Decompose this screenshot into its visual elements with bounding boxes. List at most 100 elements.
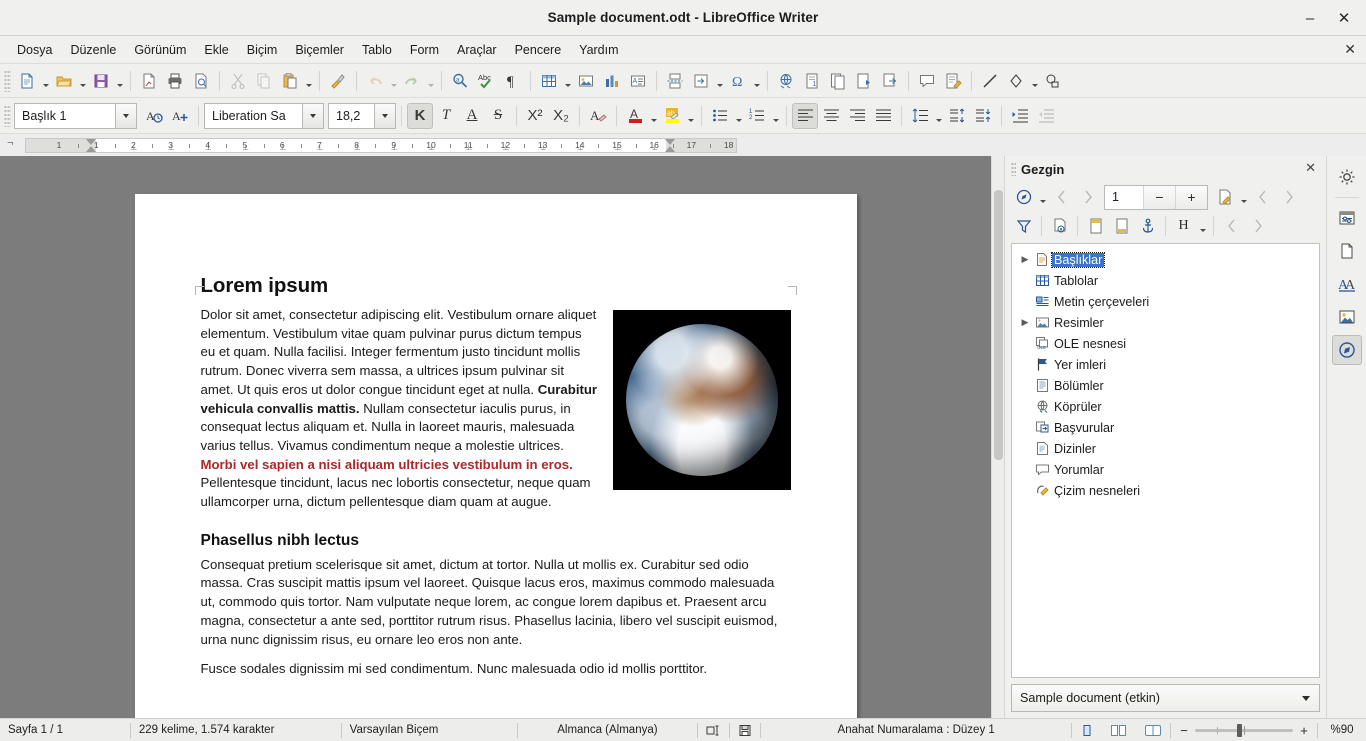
navigation-dropdown[interactable] [1037,184,1048,210]
header-icon[interactable] [1083,214,1108,239]
vertical-scrollbar-thumb[interactable] [994,190,1003,460]
spelling-icon[interactable]: Abc [473,68,499,94]
gallery-icon[interactable] [1332,302,1362,332]
tree-item-ole-object[interactable]: OLE OLE nesnesi [1012,333,1319,354]
insert-endnote-icon[interactable] [825,68,851,94]
navigator-content-tree[interactable]: ▶ Başlıklar Tablolar [1011,243,1320,678]
page-number-value[interactable]: 1 [1105,186,1143,209]
promote-chapter-icon[interactable] [1250,185,1275,210]
insert-field-dropdown[interactable] [714,68,725,94]
anchor-to-text-icon[interactable] [1135,214,1160,239]
decrease-paragraph-spacing-icon[interactable] [970,103,996,129]
menu-duzenle[interactable]: Düzenle [61,39,125,61]
paragraph-style-combo[interactable]: Başlık 1 [14,103,137,129]
font-size-dropdown[interactable] [374,103,396,129]
redo-dropdown[interactable] [425,68,436,94]
insert-table-icon[interactable] [536,68,562,94]
align-left-icon[interactable] [792,103,818,129]
ruler-tab-stop[interactable]: ⊥ [614,143,621,152]
basic-shapes-icon[interactable] [1003,68,1029,94]
ruler-tab-stop[interactable]: ⊥ [465,143,472,152]
tree-item-drawing-objects[interactable]: Çizim nesneleri [1012,480,1319,501]
navigator-grip[interactable] [1011,162,1016,176]
ruler-tab-stop[interactable]: ⊥ [428,143,435,152]
align-justify-icon[interactable] [870,103,896,129]
ruler-tab-stop[interactable]: ⊥ [242,143,249,152]
selection-mode-icon[interactable] [698,719,729,741]
save-document-icon[interactable] [88,68,114,94]
vertical-scrollbar[interactable] [991,156,1004,718]
undo-icon[interactable] [362,68,388,94]
styles-icon[interactable]: AA [1332,269,1362,299]
ruler-tab-stop[interactable]: ⊥ [651,143,658,152]
highlight-color-dropdown[interactable] [685,103,696,129]
cut-icon[interactable] [225,68,251,94]
new-style-from-selection-icon[interactable]: A [167,103,193,129]
unordered-list-dropdown[interactable] [733,103,744,129]
align-right-icon[interactable] [844,103,870,129]
find-replace-icon[interactable]: a [447,68,473,94]
tree-item-tables[interactable]: Tablolar [1012,270,1319,291]
minimize-button[interactable]: – [1294,3,1326,33]
insert-image-icon[interactable] [573,68,599,94]
insert-comment-icon[interactable] [914,68,940,94]
export-pdf-icon[interactable] [136,68,162,94]
zoom-level-label[interactable]: %90 [1318,719,1366,741]
ruler-tab-stop[interactable]: ⊥ [316,143,323,152]
menu-tablo[interactable]: Tablo [353,39,401,61]
tree-item-references[interactable]: Başvurular [1012,417,1319,438]
zoom-track[interactable] [1195,719,1293,741]
next-icon[interactable] [1075,185,1100,210]
menu-araclar[interactable]: Araçlar [448,39,506,61]
font-name-value[interactable]: Liberation Sa [204,103,302,129]
edit-document-icon[interactable] [1212,185,1237,210]
document-canvas[interactable]: Lorem ipsum Dolor sit amet, consectetur … [0,156,991,718]
insert-special-character-dropdown[interactable] [751,68,762,94]
multi-page-view-icon[interactable] [1102,719,1136,741]
document-page[interactable]: Lorem ipsum Dolor sit amet, consectetur … [135,194,857,718]
ruler-tab-stop[interactable]: ⊥ [168,143,175,152]
status-word-count[interactable]: 229 kelime, 1.574 karakter [131,719,341,741]
unordered-list-icon[interactable] [707,103,733,129]
font-name-dropdown[interactable] [302,103,324,129]
clear-direct-formatting-icon[interactable]: A [585,103,611,129]
align-center-icon[interactable] [818,103,844,129]
navigation-compass-icon[interactable] [1011,185,1036,210]
formatting-toolbar-grip[interactable] [4,105,11,127]
toggle-master-view-icon[interactable] [1047,214,1072,239]
insert-page-break-icon[interactable] [662,68,688,94]
paragraph-style-dropdown[interactable] [115,103,137,129]
drag-mode-dropdown[interactable] [1238,184,1249,210]
heading-levels-icon[interactable]: H [1171,214,1196,239]
tree-item-hyperlinks[interactable]: Köprüler [1012,396,1319,417]
expand-arrow-images[interactable]: ▶ [1018,317,1032,328]
bold-button[interactable]: K [407,103,433,129]
active-document-selector[interactable]: Sample document (etkin) [1011,684,1320,712]
ruler-tab-stop[interactable]: ⊥ [577,143,584,152]
line-spacing-icon[interactable] [907,103,933,129]
tree-item-headings[interactable]: ▶ Başlıklar [1012,249,1319,270]
ruler-tab-stop[interactable]: ⊥ [354,143,361,152]
ordered-list-dropdown[interactable] [770,103,781,129]
open-document-icon[interactable] [51,68,77,94]
horizontal-ruler[interactable]: 112⊥3⊥4⊥5⊥6⊥7⊥8⊥9⊥10⊥11⊥12⊥13⊥14⊥15⊥16⊥1… [25,138,737,153]
zoom-slider-thumb[interactable] [1237,724,1242,737]
zoom-slider[interactable]: − + [1171,719,1317,741]
line-spacing-dropdown[interactable] [933,103,944,129]
copy-icon[interactable] [251,68,277,94]
menu-ekle[interactable]: Ekle [195,39,237,61]
insert-line-icon[interactable] [977,68,1003,94]
page-number-increment[interactable]: + [1175,186,1207,209]
new-document-icon[interactable] [14,68,40,94]
ruler-tab-stop[interactable]: ⊥ [279,143,286,152]
page-icon[interactable] [1332,236,1362,266]
ruler-tab-stop[interactable]: ⊥ [502,143,509,152]
single-page-view-icon[interactable] [1072,719,1102,741]
increase-indent-icon[interactable] [1007,103,1033,129]
page-number-decrement[interactable]: − [1143,186,1175,209]
footer-icon[interactable] [1109,214,1134,239]
paste-dropdown[interactable] [303,68,314,94]
basic-shapes-dropdown[interactable] [1029,68,1040,94]
track-changes-icon[interactable] [940,68,966,94]
tree-item-images[interactable]: ▶ Resimler [1012,312,1319,333]
